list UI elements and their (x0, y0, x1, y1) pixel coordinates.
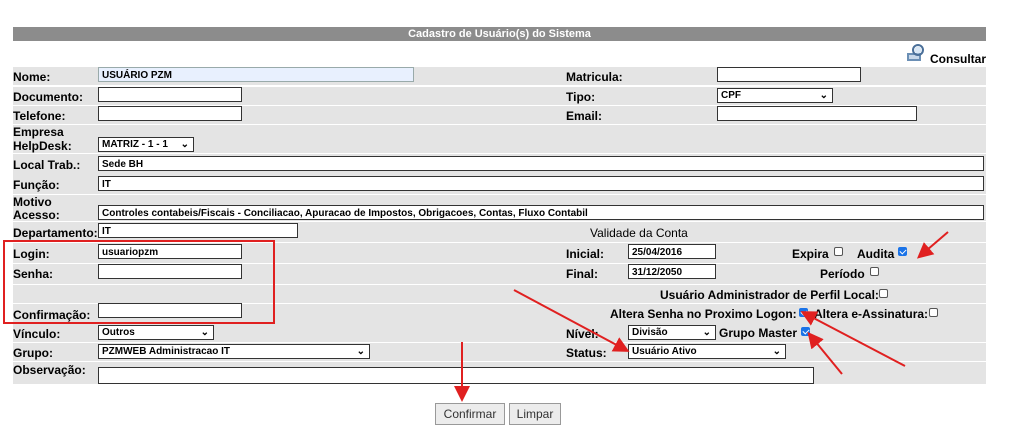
arrow-grupo-master (807, 331, 843, 375)
arrow-audita (916, 231, 949, 259)
annotation-arrows (454, 231, 949, 402)
arrow-status (513, 289, 630, 352)
arrow-altera-senha (800, 311, 906, 367)
